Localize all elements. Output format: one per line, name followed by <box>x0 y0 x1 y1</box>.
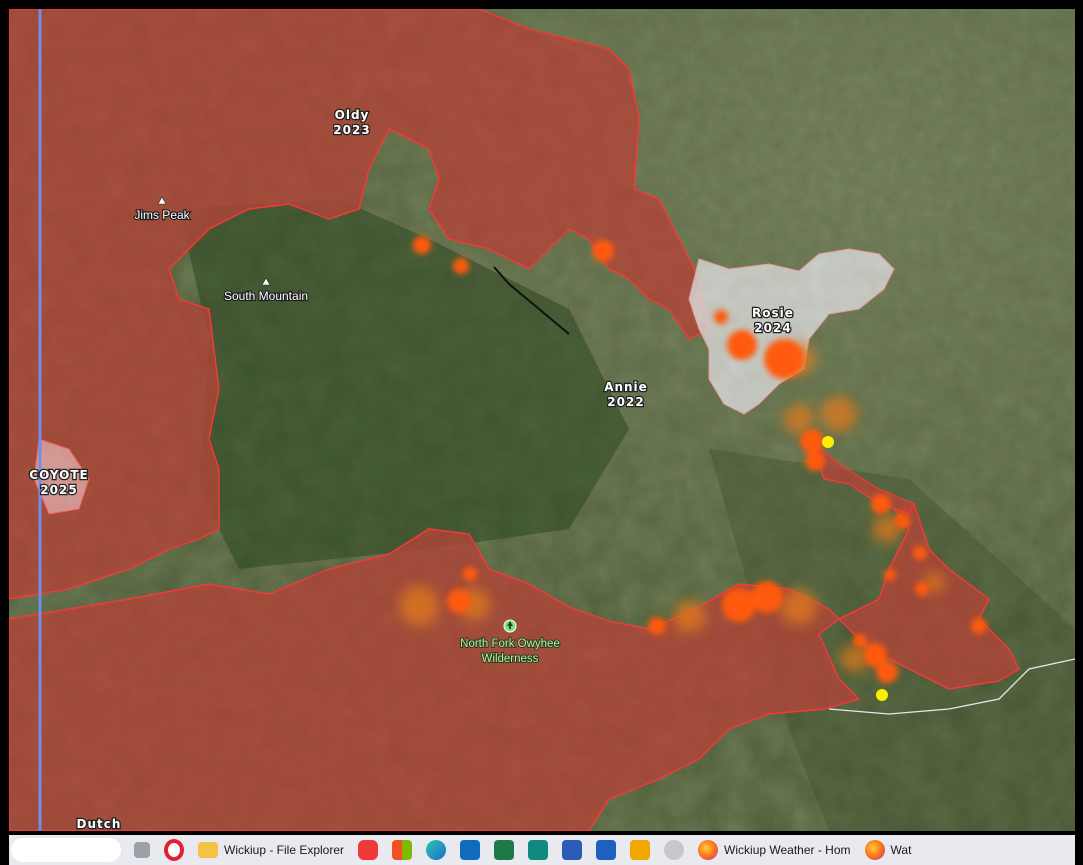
taskbar-item-store[interactable] <box>385 835 419 865</box>
place-label-dutch: Dutch <box>77 817 122 831</box>
firefox-icon <box>698 840 719 860</box>
taskbar-search-box[interactable] <box>11 838 121 862</box>
vivaldi-icon <box>358 840 379 860</box>
tool-icon <box>664 840 685 860</box>
taskbar-label-wat: Wat <box>890 843 912 857</box>
taskbar-item-windows[interactable] <box>127 835 157 865</box>
taskbar-item-media[interactable] <box>623 835 657 865</box>
media-icon <box>630 840 651 860</box>
point-marker[interactable] <box>876 689 888 701</box>
outlook-icon <box>460 840 481 860</box>
taskbar-item-opera[interactable] <box>157 835 191 865</box>
fire-label-oldy: Oldy 2023 <box>332 107 371 139</box>
taskbar-item-file-explorer[interactable]: Wickiup - File Explorer <box>191 835 351 865</box>
taskbar-item-visio[interactable] <box>555 835 589 865</box>
point-marker[interactable] <box>822 436 834 448</box>
taskbar-label-file-explorer: Wickiup - File Explorer <box>224 843 345 857</box>
wilderness-label-line1: North Fork Owyhee <box>460 638 560 650</box>
fire-label-oldy-year: 2023 <box>333 123 370 137</box>
excel-icon <box>494 840 515 860</box>
taskbar-item-tool[interactable] <box>657 835 691 865</box>
word-icon <box>596 840 617 860</box>
fire-label-oldy-name: Oldy <box>335 108 370 122</box>
taskbar-item-edge[interactable] <box>419 835 453 865</box>
firefox-icon <box>864 840 885 860</box>
fire-label-coyote-name: COYOTE <box>29 468 88 482</box>
taskbar-item-publisher[interactable] <box>521 835 555 865</box>
satellite-fire-map[interactable]: Oldy 2023 Rosie 2024 Annie 2022 COYOTE 2… <box>9 9 1075 831</box>
taskbar-item-outlook[interactable] <box>453 835 487 865</box>
windows-icon <box>134 842 150 858</box>
visio-icon <box>562 840 583 860</box>
taskbar-item-firefox-weather[interactable]: Wickiup Weather - Hom <box>691 835 857 865</box>
taskbar-label-weather: Wickiup Weather - Hom <box>724 843 851 857</box>
fire-label-rosie: Rosie 2024 <box>751 305 794 337</box>
fire-perimeter-layer <box>9 9 1075 831</box>
screen-frame: Oldy 2023 Rosie 2024 Annie 2022 COYOTE 2… <box>0 0 1083 865</box>
folder-icon <box>198 842 218 858</box>
taskbar-item-word[interactable] <box>589 835 623 865</box>
wilderness-label-line2: Wilderness <box>482 653 539 665</box>
fire-label-annie-name: Annie <box>604 380 648 394</box>
fire-label-coyote-year: 2025 <box>40 483 77 497</box>
windows-taskbar: Wickiup - File Explorer Wickiup Weather … <box>9 835 1075 865</box>
fire-label-rosie-year: 2024 <box>754 321 791 335</box>
peak-label-south-mountain: South Mountain <box>224 289 308 303</box>
taskbar-item-firefox-wat[interactable]: Wat <box>858 835 919 865</box>
taskbar-item-vivaldi[interactable] <box>351 835 385 865</box>
taskbar-item-excel[interactable] <box>487 835 521 865</box>
store-icon <box>392 840 413 860</box>
fire-label-rosie-name: Rosie <box>752 306 794 320</box>
publisher-icon <box>528 840 549 860</box>
peak-label-jims: Jims Peak <box>134 208 190 222</box>
fire-label-annie-year: 2022 <box>607 395 644 409</box>
opera-icon <box>164 839 184 861</box>
edge-icon <box>426 840 447 860</box>
fire-label-annie: Annie 2022 <box>603 379 648 411</box>
